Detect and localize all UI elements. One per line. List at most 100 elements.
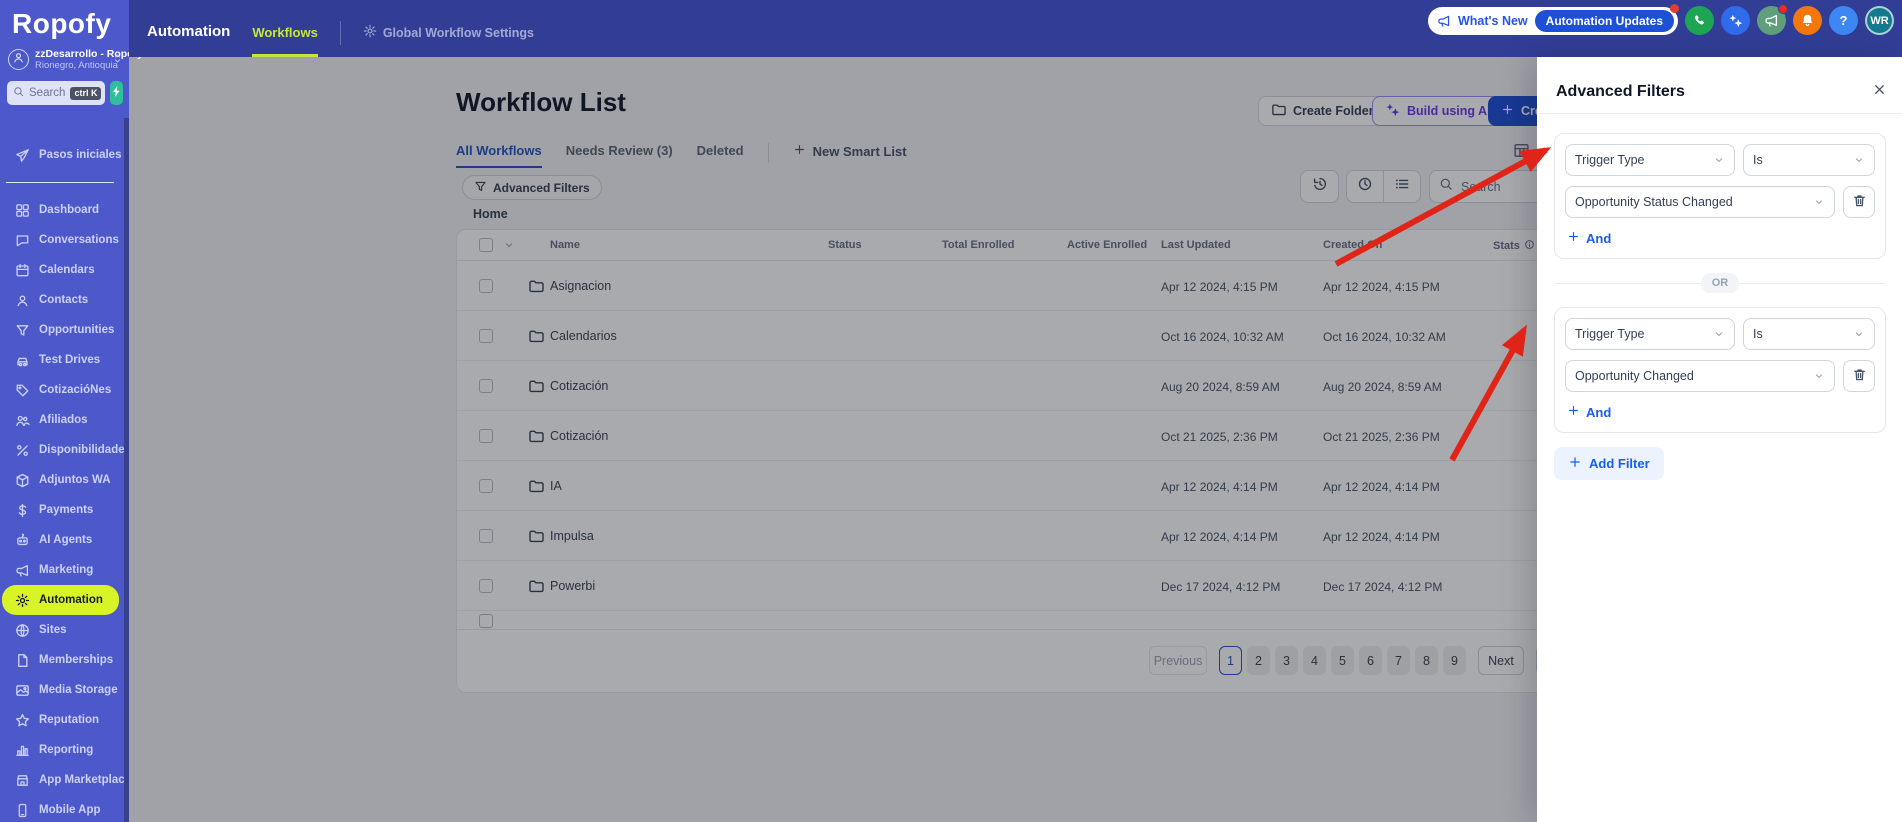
notifications-button[interactable] (1793, 6, 1822, 35)
filter-row-field: Trigger Type Is (1565, 318, 1875, 350)
sidebar-item-reputation[interactable]: Reputation (2, 705, 119, 735)
profile-button[interactable]: WR (1865, 6, 1894, 35)
sidebar-scrollbar[interactable] (124, 118, 129, 822)
sidebar-item-label: Calendars (39, 264, 95, 276)
filter-operator-select[interactable]: Is (1743, 318, 1875, 350)
sidebar-item-label: Test Drives (39, 354, 100, 366)
select-value: Is (1753, 153, 1847, 167)
sidebar-item-memberships[interactable]: Memberships (2, 645, 119, 675)
promotions-button[interactable] (1757, 6, 1786, 35)
sidebar-item-label: Automation (39, 594, 103, 606)
topbar-tab-workflows[interactable]: Workflows (252, 25, 318, 57)
and-label: And (1586, 231, 1611, 246)
sidebar-item-label: Disponibilidades (39, 444, 124, 456)
quick-actions-button[interactable] (110, 81, 123, 105)
global-workflow-settings-button[interactable]: Global Workflow Settings (363, 24, 534, 57)
globe-icon (14, 622, 30, 638)
chevron-down-icon (1853, 328, 1865, 340)
robot-icon (14, 532, 30, 548)
select-value: Is (1753, 327, 1847, 341)
filter-row-value: Opportunity Status Changed (1565, 186, 1875, 218)
automation-updates-pill[interactable]: Automation Updates (1535, 10, 1674, 32)
sidebar-search-input[interactable]: Search ctrl K (7, 81, 105, 105)
whats-new-button[interactable]: What's New Automation Updates (1428, 7, 1678, 35)
and-condition-button[interactable]: And (1567, 404, 1611, 420)
filter-field-select[interactable]: Trigger Type (1565, 144, 1735, 176)
sidebar-item-label: Media Storage (39, 684, 118, 696)
and-condition-button[interactable]: And (1567, 230, 1611, 246)
sidebar-item-conversations[interactable]: Conversations (2, 225, 119, 255)
search-placeholder: Search (29, 87, 65, 99)
sidebar-item-dashboard[interactable]: Dashboard (2, 195, 119, 225)
sidebar-item-label: Dashboard (39, 204, 99, 216)
filter-value-select[interactable]: Opportunity Status Changed (1565, 186, 1835, 218)
filter-group-1: Trigger Type Is Opportunity Status Changed… (1554, 133, 1886, 259)
search-icon (13, 86, 24, 100)
sidebar-item-afiliados[interactable]: Afiliados (2, 405, 119, 435)
sidebar-item-adjuntos-wa[interactable]: Adjuntos WA (2, 465, 119, 495)
or-label: OR (1701, 273, 1740, 293)
sidebar-item-label: Payments (39, 504, 93, 516)
sidebar-item-sites[interactable]: Sites (2, 615, 119, 645)
filter-group-2: Trigger Type Is Opportunity Changed And (1554, 307, 1886, 433)
brand-logo[interactable]: Ropofy (0, 0, 129, 42)
filter-value-select[interactable]: Opportunity Changed (1565, 360, 1835, 392)
media-icon (14, 682, 30, 698)
sidebar-item-automation[interactable]: Automation (2, 585, 119, 615)
account-name: zzDesarrollo - Ropofy (35, 48, 106, 60)
sidebar-item-cotizaci-nes[interactable]: CotizacióNes (2, 375, 119, 405)
topbar-tab-automation[interactable]: Automation (147, 23, 230, 57)
sidebar-item-contacts[interactable]: Contacts (2, 285, 119, 315)
sidebar-item-calendars[interactable]: Calendars (2, 255, 119, 285)
select-value: Opportunity Status Changed (1575, 195, 1807, 209)
gear-icon (363, 24, 377, 41)
phone-button[interactable] (1685, 6, 1714, 35)
account-switcher[interactable]: zzDesarrollo - Ropofy Rionegro, Antioqui… (0, 42, 129, 79)
filter-operator-select[interactable]: Is (1743, 144, 1875, 176)
sidebar-item-reporting[interactable]: Reporting (2, 735, 119, 765)
chevron-updown-icon (112, 51, 123, 69)
bolt-icon (110, 85, 123, 101)
sidebar-item-mobile-app[interactable]: Mobile App (2, 795, 119, 822)
close-icon[interactable] (1872, 82, 1887, 102)
chevron-down-icon (1713, 154, 1725, 166)
sidebar-item-marketing[interactable]: Marketing (2, 555, 119, 585)
dashboard-icon (14, 202, 30, 218)
launchpad-button[interactable] (1721, 6, 1750, 35)
sidebar-item-payments[interactable]: Payments (2, 495, 119, 525)
sidebar-item-label: Reporting (39, 744, 93, 756)
mobile-icon (14, 802, 30, 818)
funnel-icon (14, 322, 30, 338)
box-icon (14, 472, 30, 488)
panel-divider (1537, 113, 1902, 114)
sidebar: Ropofy zzDesarrollo - Ropofy Rionegro, A… (0, 0, 129, 822)
add-filter-button[interactable]: Add Filter (1554, 447, 1664, 480)
plus-icon (1568, 455, 1582, 472)
sidebar-item-disponibilidades[interactable]: Disponibilidades (2, 435, 119, 465)
sidebar-item-media-storage[interactable]: Media Storage (2, 675, 119, 705)
select-value: Opportunity Changed (1575, 369, 1807, 383)
sidebar-item-pasos-iniciales[interactable]: Pasos iniciales (2, 140, 119, 170)
chevron-down-icon (1713, 328, 1725, 340)
help-button[interactable]: ? (1829, 6, 1858, 35)
sidebar-item-test-drives[interactable]: Test Drives (2, 345, 119, 375)
delete-filter-button[interactable] (1843, 186, 1875, 218)
dollar-icon (14, 502, 30, 518)
notification-badge (1778, 4, 1788, 14)
announcement-icon (1437, 14, 1451, 28)
plus-icon (1567, 404, 1580, 420)
filter-row-value: Opportunity Changed (1565, 360, 1875, 392)
app-root: Ropofy zzDesarrollo - Ropofy Rionegro, A… (0, 0, 1902, 822)
tag-icon (14, 382, 30, 398)
sidebar-item-label: Conversations (39, 234, 119, 246)
sidebar-item-opportunities[interactable]: Opportunities (2, 315, 119, 345)
select-value: Trigger Type (1575, 327, 1707, 341)
add-filter-label: Add Filter (1589, 456, 1650, 471)
account-avatar-icon (8, 49, 29, 70)
sidebar-item-ai-agents[interactable]: AI Agents (2, 525, 119, 555)
filter-field-select[interactable]: Trigger Type (1565, 318, 1735, 350)
sidebar-item-label: App Marketplace (39, 774, 124, 786)
sidebar-item-app-marketplace[interactable]: App Marketplace (2, 765, 119, 795)
delete-filter-button[interactable] (1843, 360, 1875, 392)
account-location: Rionegro, Antioquia (35, 60, 106, 71)
